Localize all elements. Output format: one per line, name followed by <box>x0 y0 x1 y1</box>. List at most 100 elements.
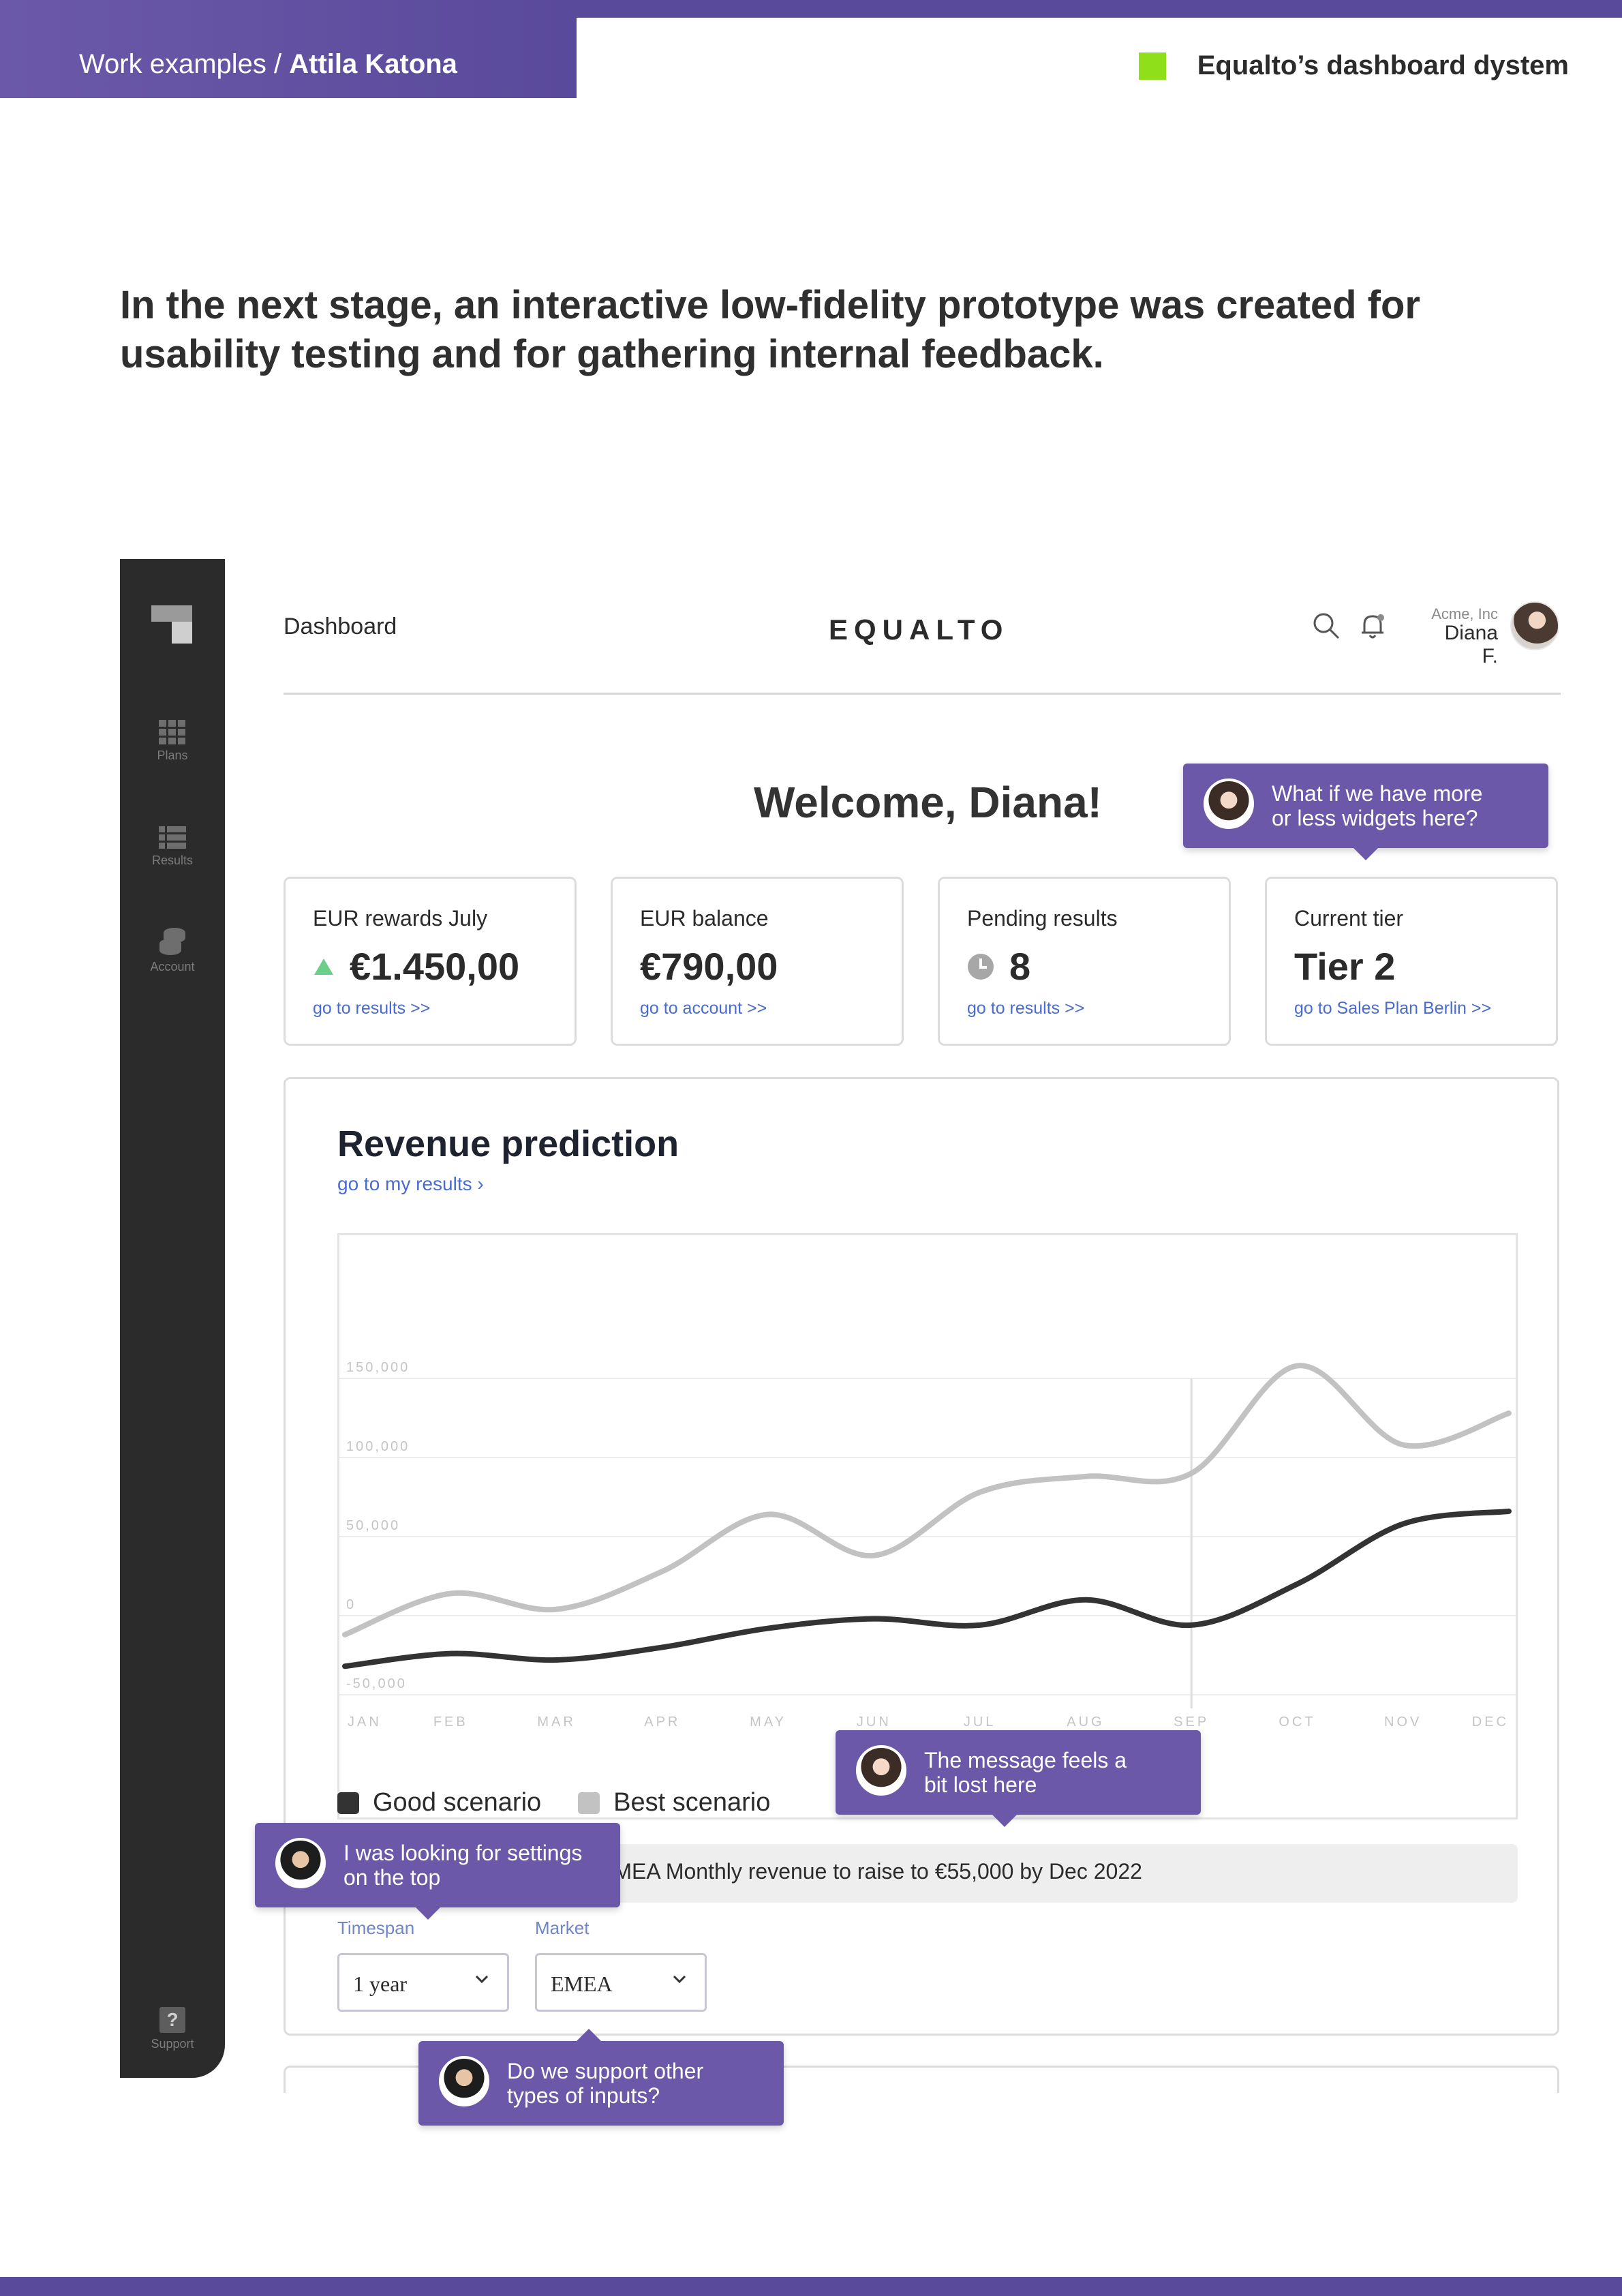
chevron-down-icon <box>475 1975 489 1984</box>
timespan-label: Timespan <box>337 1918 415 1938</box>
chart-legend: Good scenario Best scenario <box>337 1788 807 1817</box>
sidebar: Plans Results Account ? Support <box>120 559 225 2078</box>
avatar[interactable] <box>1510 601 1559 650</box>
breadcrumb: Work examples / Attila Katona <box>0 0 577 98</box>
timespan-select[interactable]: 1 year <box>337 1953 509 2012</box>
y-tick-label: 0 <box>346 1597 356 1612</box>
sidebar-item-support[interactable]: ? Support <box>120 2007 225 2051</box>
sidebar-item-label: Account <box>150 960 195 973</box>
sidebar-item-account[interactable]: Account <box>120 927 225 974</box>
kpi-link[interactable]: go to Sales Plan Berlin >> <box>1294 999 1491 1018</box>
grid-icon <box>159 720 185 744</box>
x-tick-label: JUN <box>857 1715 891 1729</box>
x-tick-label: DEC <box>1472 1715 1509 1729</box>
project-header: Equalto’s dashboard dystem <box>1138 50 1569 81</box>
legend-label: Best scenario <box>613 1788 771 1817</box>
clock-icon <box>968 953 994 980</box>
x-tick-label: APR <box>644 1715 680 1729</box>
comment-tail <box>992 1815 1017 1827</box>
sidebar-item-results[interactable]: Results <box>120 826 225 868</box>
app-logo-icon[interactable] <box>151 605 192 648</box>
breadcrumb-author: Attila Katona <box>289 49 457 79</box>
x-tick-label: AUG <box>1067 1715 1104 1729</box>
legend-label: Good scenario <box>373 1788 542 1817</box>
welcome-heading: Welcome, Diana! <box>754 778 1102 827</box>
list-icon <box>159 826 186 849</box>
commenter-avatar <box>1204 779 1254 829</box>
x-tick-label: NOV <box>1384 1715 1422 1729</box>
x-tick-label: MAR <box>537 1715 575 1729</box>
y-tick-label: 150,000 <box>346 1360 410 1375</box>
comment-line: Do we support other <box>507 2059 704 2083</box>
y-tick-label: -50,000 <box>346 1676 407 1691</box>
x-tick-label: JUL <box>964 1715 996 1729</box>
coins-icon <box>159 928 185 955</box>
project-title: Equalto’s dashboard dystem <box>1197 50 1569 80</box>
comment-text: I was looking for settings on the top <box>343 1841 582 1890</box>
user-info[interactable]: Acme, Inc Diana F. <box>1423 605 1498 668</box>
comment-line: I was looking for settings <box>343 1841 583 1865</box>
y-tick-label: 100,000 <box>346 1439 410 1454</box>
comment-bubble-settings[interactable]: I was looking for settings on the top <box>255 1823 620 1920</box>
kpi-value-row: €1.450,00 <box>313 944 519 988</box>
bottom-accent-bar <box>0 2277 1622 2296</box>
legend-item-best: Best scenario <box>578 1788 770 1817</box>
comment-line: The message feels a <box>924 1748 1127 1772</box>
comment-line: or less widgets here? <box>1272 806 1478 830</box>
up-triangle-icon <box>314 958 333 975</box>
kpi-label: EUR rewards July <box>313 906 488 931</box>
market-value: EMEA <box>551 1972 613 1996</box>
brand-logo: EQUALTO <box>829 614 1009 646</box>
kpi-value-row: 8 <box>967 944 1030 988</box>
bell-icon[interactable] <box>1358 611 1388 641</box>
page-title: Dashboard <box>284 614 397 639</box>
kpi-link[interactable]: go to account >> <box>640 999 767 1018</box>
revenue-goal-banner: EMEA Monthly revenue to raise to €55,000… <box>572 1844 1518 1903</box>
kpi-value: €1.450,00 <box>350 945 520 988</box>
breadcrumb-prefix: Work examples / <box>79 49 290 79</box>
market-select[interactable]: EMEA <box>535 1953 707 2012</box>
breadcrumb-text: Work examples / Attila Katona <box>79 49 457 80</box>
my-results-link[interactable]: go to my results › <box>337 1173 484 1195</box>
kpi-link[interactable]: go to results >> <box>967 999 1084 1018</box>
comment-tail <box>577 2029 601 2041</box>
comment-bubble-widgets[interactable]: What if we have more or less widgets her… <box>1183 764 1548 860</box>
kpi-card-tier: Current tier Tier 2 go to Sales Plan Ber… <box>1265 877 1558 1046</box>
lead-paragraph: In the next stage, an interactive low-fi… <box>120 283 1420 376</box>
kpi-label: EUR balance <box>640 906 769 931</box>
timespan-value: 1 year <box>353 1972 408 1996</box>
x-tick-label: FEB <box>433 1715 468 1729</box>
kpi-label: Pending results <box>967 906 1118 931</box>
comment-line: on the top <box>343 1865 441 1890</box>
kpi-value: Tier 2 <box>1294 945 1396 988</box>
kpi-value-row: €790,00 <box>640 944 778 988</box>
comment-bubble-message[interactable]: The message feels a bit lost here <box>836 1730 1201 1827</box>
dashboard-mockup: Plans Results Account ? Support Dashboar… <box>120 559 1561 2126</box>
user-name: Diana F. <box>1444 622 1498 667</box>
chevron-right-icon: › <box>477 1173 484 1194</box>
kpi-value: €790,00 <box>640 945 778 988</box>
commenter-avatar <box>856 1745 906 1796</box>
chevron-down-icon <box>673 1975 686 1984</box>
search-icon[interactable] <box>1311 611 1341 641</box>
comment-text: What if we have more or less widgets her… <box>1272 781 1482 830</box>
series-line-best-scenario <box>342 1363 1512 1637</box>
sidebar-item-label: Support <box>151 2037 194 2051</box>
sidebar-item-plans[interactable]: Plans <box>120 720 225 763</box>
commenter-avatar <box>275 1838 326 1888</box>
y-tick-label: 50,000 <box>346 1518 400 1533</box>
sidebar-item-label: Plans <box>157 749 188 762</box>
comment-line: What if we have more <box>1272 781 1483 806</box>
kpi-link[interactable]: go to results >> <box>313 999 430 1018</box>
comment-bubble-inputs[interactable]: Do we support other types of inputs? <box>418 2029 784 2126</box>
x-tick-label: OCT <box>1279 1715 1315 1729</box>
legend-swatch <box>337 1792 359 1814</box>
kpi-value: 8 <box>1009 945 1031 988</box>
user-org: Acme, Inc <box>1431 605 1498 622</box>
sidebar-item-label: Results <box>151 854 194 867</box>
kpi-card-balance: EUR balance €790,00 go to account >> <box>611 877 904 1046</box>
kpi-card-pending: Pending results 8 go to results >> <box>938 877 1231 1046</box>
x-tick-label: JAN <box>348 1715 382 1729</box>
market-label: Market <box>535 1918 590 1938</box>
kpi-card-rewards: EUR rewards July €1.450,00 go to results… <box>284 877 577 1046</box>
